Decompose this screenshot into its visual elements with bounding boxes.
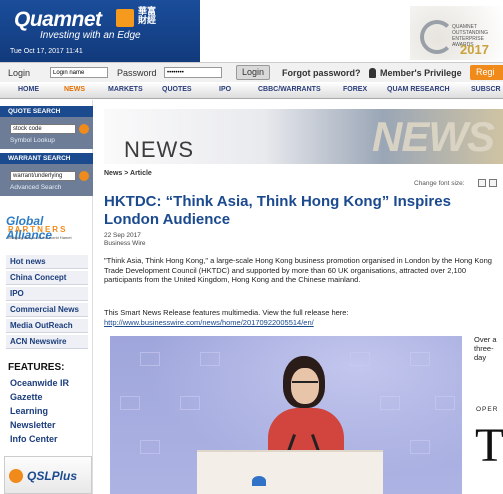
member-privilege-link[interactable]: Member's Privilege — [380, 68, 462, 78]
login-button[interactable]: Login — [236, 65, 270, 80]
nav-quam-research[interactable]: QUAM RESEARCH — [387, 86, 450, 93]
feature-oceanwide-ir[interactable]: Oceanwide IR — [10, 378, 69, 388]
quote-search-heading: QUOTE SEARCH — [0, 106, 93, 117]
warrant-input[interactable]: warrant/underlying — [10, 171, 76, 181]
logo-mark-icon — [116, 9, 134, 27]
award-ring-icon — [420, 20, 454, 54]
left-sidebar: QUOTE SEARCH stock code Symbol Lookup WA… — [0, 100, 93, 494]
news-banner: NEWS NEWS — [104, 109, 503, 164]
nav-subscribe[interactable]: SUBSCR — [471, 86, 501, 93]
warrant-search-box: warrant/underlying Advanced Search — [0, 164, 93, 196]
font-size-label: Change font size: — [414, 180, 465, 187]
menu-hot-news[interactable]: Hot news — [6, 255, 88, 269]
nav-markets[interactable]: MARKETS — [108, 86, 143, 93]
podium — [197, 450, 383, 494]
backdrop-logo-icon — [410, 352, 430, 366]
logo-chinese-text: 華富財經 — [138, 6, 157, 25]
oper-text: OPER — [476, 406, 499, 413]
full-release-link[interactable]: http://www.businesswire.com/news/home/20… — [104, 318, 499, 328]
global-alliance-tagline: Bringing the you to the world Hamet — [8, 235, 72, 240]
quamnet-logo-banner[interactable]: Quamnet 華富財經 Investing with an Edge Tue … — [0, 0, 200, 62]
stock-code-input[interactable]: stock code — [10, 124, 76, 134]
login-name-input[interactable] — [50, 67, 108, 78]
news-banner-graphic: NEWS — [372, 113, 495, 160]
register-button[interactable]: Regi — [470, 65, 503, 80]
login-label: Login — [8, 68, 31, 78]
breadcrumb-news[interactable]: News — [104, 170, 122, 177]
menu-ipo[interactable]: IPO — [6, 287, 88, 301]
backdrop-logo-icon — [140, 352, 160, 366]
breadcrumb: News > Article — [104, 170, 152, 177]
forgot-password-link[interactable]: Forgot password? — [282, 68, 361, 78]
menu-media-outreach[interactable]: Media OutReach — [6, 319, 88, 333]
nav-cbbc-warrants[interactable]: CBBC/WARRANTS — [258, 86, 321, 93]
news-banner-title: NEWS — [124, 137, 194, 162]
backdrop-logo-icon — [380, 396, 400, 410]
menu-commercial-news[interactable]: Commercial News — [6, 303, 88, 317]
backdrop-logo-icon — [435, 396, 455, 410]
article-content: NEWS NEWS News > Article Change font siz… — [104, 104, 503, 494]
font-increase-icon[interactable] — [489, 179, 497, 187]
warrant-search-heading: WARRANT SEARCH — [0, 153, 93, 164]
quote-search-box: stock code Symbol Lookup — [0, 117, 93, 149]
feature-learning[interactable]: Learning — [10, 406, 48, 416]
breadcrumb-article: Article — [130, 170, 152, 177]
member-icon — [369, 68, 376, 78]
backdrop-logo-icon — [180, 396, 200, 410]
main-nav: HOME NEWS MARKETS QUOTES IPO CBBC/WARRAN… — [0, 83, 503, 99]
qsl-mark-icon — [9, 469, 23, 483]
global-alliance-logo[interactable]: Global Alliance PARTNERS Bringing the yo… — [4, 214, 90, 242]
menu-acn-newswire[interactable]: ACN Newswire — [6, 335, 88, 349]
nav-quotes[interactable]: QUOTES — [162, 86, 192, 93]
datetime: Tue Oct 17, 2017 11:41 — [10, 48, 83, 55]
menu-china-concept[interactable]: China Concept — [6, 271, 88, 285]
password-label: Password — [117, 68, 157, 78]
speaker-glasses — [292, 381, 318, 385]
article-source: Business Wire — [104, 240, 146, 247]
quote-go-icon[interactable] — [79, 124, 89, 134]
qsl-text: QSLPlus — [27, 469, 78, 483]
advanced-search-link[interactable]: Advanced Search — [10, 184, 61, 191]
speaker-face — [291, 368, 319, 404]
article-meta: 22 Sep 2017 Business Wire — [104, 232, 146, 248]
article-paragraph: "Think Asia, Think Hong Kong," a large-s… — [104, 256, 492, 284]
nav-ipo[interactable]: IPO — [219, 86, 231, 93]
symbol-lookup-link[interactable]: Symbol Lookup — [10, 137, 55, 144]
tagline: Investing with an Edge — [40, 30, 141, 41]
award-year: 2017 — [460, 42, 489, 57]
backdrop-logo-icon — [140, 440, 160, 454]
nav-forex[interactable]: FOREX — [343, 86, 367, 93]
podium-logo-icon — [252, 476, 266, 486]
side-text-snippet: Over a three-day — [474, 335, 497, 362]
logo-text: Quamnet — [14, 8, 102, 31]
feature-newsletter[interactable]: Newsletter — [10, 420, 56, 430]
article-headline: HKTDC: “Think Asia, Think Hong Kong” Ins… — [104, 193, 451, 228]
backdrop-logo-icon — [200, 352, 220, 366]
login-bar: Login Password Login Forgot password? Me… — [0, 62, 503, 82]
multimedia-text: This Smart News Release features multime… — [104, 308, 349, 317]
global-alliance-partners: PARTNERS — [8, 225, 68, 234]
password-input[interactable] — [164, 67, 222, 78]
nav-news[interactable]: NEWS — [64, 86, 85, 93]
breadcrumb-separator: > — [122, 170, 131, 177]
big-letter: T — [475, 419, 503, 472]
qsl-plus-banner[interactable]: QSLPlus — [4, 456, 92, 494]
nav-home[interactable]: HOME — [18, 86, 39, 93]
article-photo[interactable] — [110, 336, 462, 494]
site-header: Quamnet 華富財經 Investing with an Edge Tue … — [0, 0, 503, 62]
feature-gazette[interactable]: Gazette — [10, 392, 43, 402]
award-banner[interactable]: QUAMNET OUTSTANDING ENTERPRISE AWARDS 20… — [410, 6, 503, 60]
backdrop-logo-icon — [410, 440, 430, 454]
font-decrease-icon[interactable] — [478, 179, 486, 187]
backdrop-logo-icon — [120, 396, 140, 410]
backdrop-logo-icon — [350, 352, 370, 366]
multimedia-note: This Smart News Release features multime… — [104, 308, 499, 327]
feature-info-center[interactable]: Info Center — [10, 434, 58, 444]
article-date: 22 Sep 2017 — [104, 232, 141, 239]
warrant-go-icon[interactable] — [79, 171, 89, 181]
features-heading: FEATURES: — [8, 362, 65, 373]
